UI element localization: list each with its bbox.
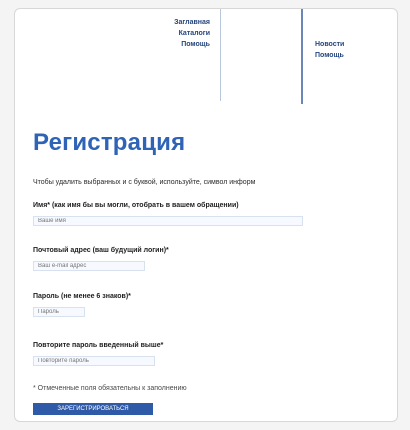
name-field-group: Имя* (как имя бы вы могли, отобрать в ва… (33, 202, 333, 227)
password-label: Пароль (не менее 6 знаков)* (33, 293, 131, 300)
email-input[interactable] (33, 261, 145, 271)
name-label: Имя* (как имя бы вы могли, отобрать в ва… (33, 202, 239, 209)
password-confirm-label: Повторите пароль введенный выше* (33, 342, 164, 349)
password-field-group: Пароль (не менее 6 знаков)* (33, 293, 333, 318)
top-nav-left: Заглавная Каталоги Помощь (115, 17, 210, 50)
registration-page: Заглавная Каталоги Помощь Новости Помощь… (14, 8, 398, 422)
required-fields-note: * Отмеченные поля обязательны к заполнен… (33, 385, 187, 392)
nav-link-home[interactable]: Заглавная (115, 17, 210, 28)
name-input[interactable] (33, 216, 303, 226)
nav-link-help[interactable]: Помощь (115, 39, 210, 50)
nav-link-news[interactable]: Новости (315, 39, 344, 50)
password-input[interactable] (33, 307, 85, 317)
intro-text: Чтобы удалить выбранных и с буквой, испо… (33, 179, 256, 186)
header-divider (220, 9, 221, 101)
nav-link-catalogs[interactable]: Каталоги (115, 28, 210, 39)
password-confirm-input[interactable] (33, 356, 155, 366)
header-divider-accent (301, 9, 303, 104)
password-confirm-field-group: Повторите пароль введенный выше* (33, 342, 333, 367)
top-nav-right: Новости Помощь (315, 39, 344, 61)
page-title: Регистрация (33, 129, 186, 156)
nav-link-help-right[interactable]: Помощь (315, 50, 344, 61)
register-button[interactable]: ЗАРЕГИСТРИРОВАТЬСЯ (33, 403, 153, 415)
email-label: Почтовый адрес (ваш будущий логин)* (33, 247, 169, 254)
email-field-group: Почтовый адрес (ваш будущий логин)* (33, 247, 333, 272)
